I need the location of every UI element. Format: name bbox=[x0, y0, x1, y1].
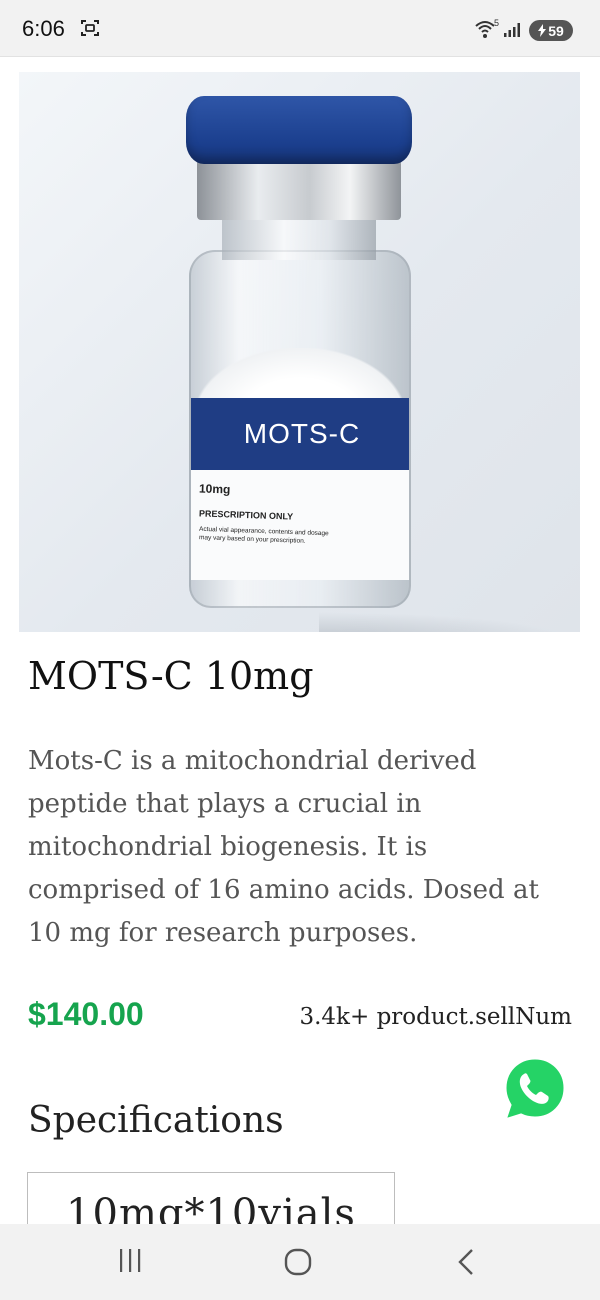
whatsapp-icon bbox=[502, 1056, 567, 1123]
vial-shadow bbox=[319, 612, 579, 632]
navigation-bar bbox=[0, 1224, 600, 1300]
product-image: MOTS-C 10mg PRESCRIPTION ONLY Actual via… bbox=[19, 72, 580, 632]
product-title: MOTS-C 10mg bbox=[28, 654, 314, 698]
vial-body: MOTS-C 10mg PRESCRIPTION ONLY Actual via… bbox=[189, 250, 411, 608]
battery-indicator: 59 bbox=[529, 20, 573, 41]
status-time: 6:06 bbox=[22, 16, 65, 41]
vial-neck bbox=[222, 218, 376, 260]
wifi-badge: 5 bbox=[494, 18, 499, 28]
product-description: Mots-C is a mitochondrial derived peptid… bbox=[28, 746, 539, 948]
specifications-heading: Specifications bbox=[28, 1100, 284, 1141]
wifi-icon: 5 bbox=[475, 18, 499, 38]
screenshot-icon bbox=[81, 20, 99, 36]
home-icon[interactable] bbox=[284, 1248, 312, 1276]
vial-crimp bbox=[197, 160, 401, 220]
whatsapp-button[interactable] bbox=[500, 1054, 570, 1124]
vial-name: MOTS-C bbox=[243, 418, 361, 449]
recent-apps-icon[interactable] bbox=[118, 1248, 142, 1274]
charging-icon bbox=[538, 24, 547, 37]
sell-count: 3.4k+ product.sellNum bbox=[299, 1004, 572, 1030]
vial-label-band: MOTS-C bbox=[191, 398, 409, 470]
back-icon[interactable] bbox=[456, 1248, 476, 1276]
status-bar: 6:06 5 59 bbox=[0, 0, 600, 57]
product-price: $140.00 bbox=[28, 996, 144, 1032]
vial-cap bbox=[186, 96, 412, 164]
vial-strength: 10mg bbox=[198, 481, 231, 497]
battery-level: 59 bbox=[548, 22, 564, 39]
signal-icon bbox=[504, 23, 520, 37]
